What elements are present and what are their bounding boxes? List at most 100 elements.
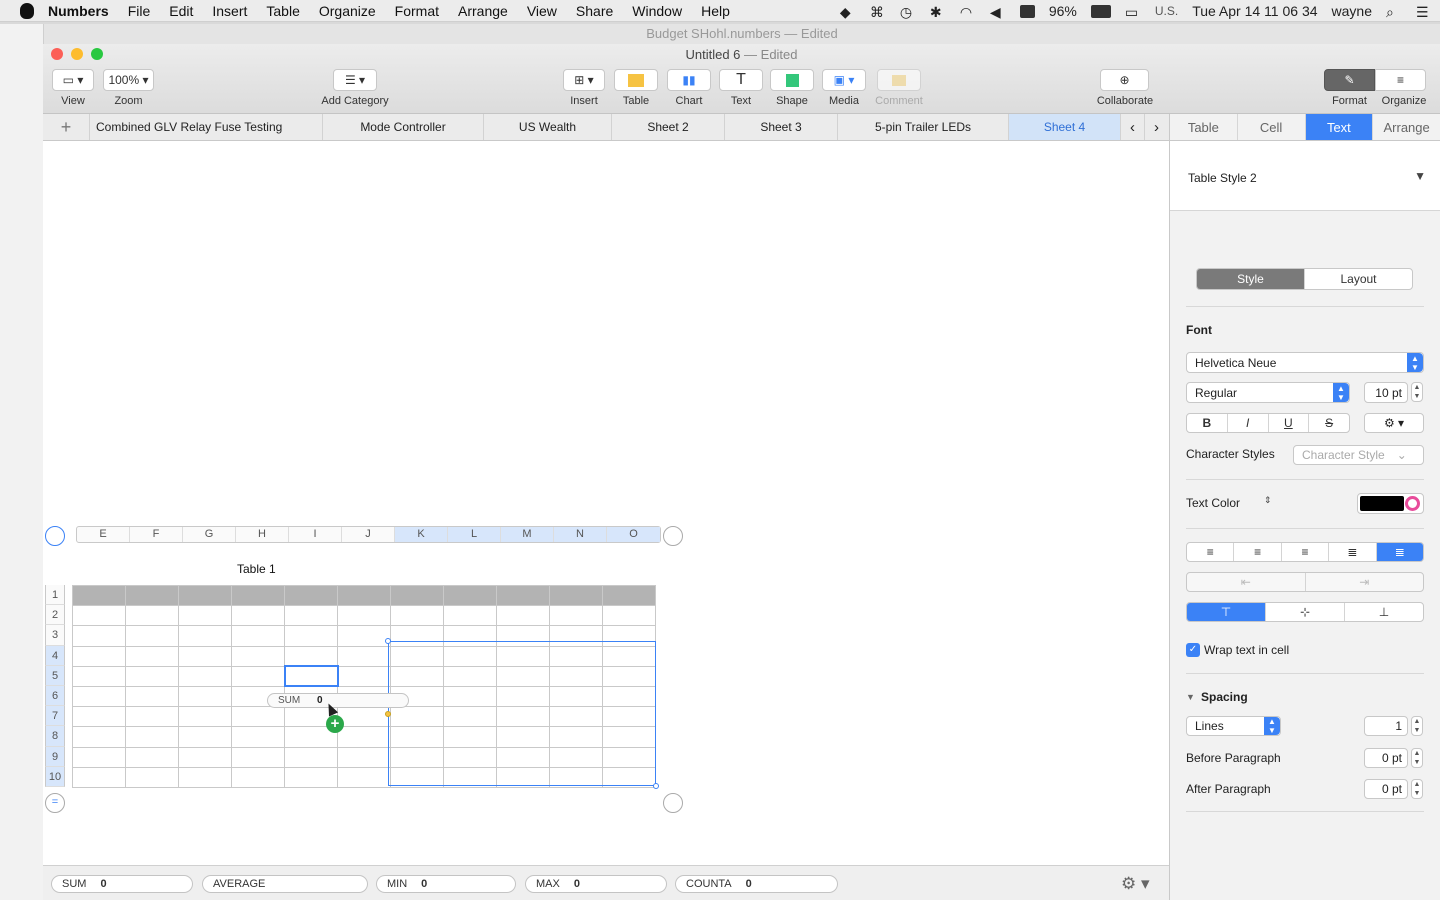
table-cell[interactable] [337, 726, 391, 748]
menu-table[interactable]: Table [266, 3, 299, 19]
sheet-tab-combined-glv[interactable]: Combined GLV Relay Fuse Testing [90, 114, 323, 140]
text-color-well[interactable] [1357, 493, 1424, 514]
table-cell[interactable] [390, 584, 444, 607]
sheet-tab-sheet-2[interactable]: Sheet 2 [612, 114, 725, 140]
table-cell[interactable] [72, 605, 126, 627]
table-cell[interactable] [72, 706, 126, 728]
table-cell[interactable] [337, 605, 391, 627]
character-style-select[interactable]: Character Style ⌄ [1293, 445, 1424, 465]
table-cell[interactable] [337, 584, 391, 607]
dropbox-icon[interactable]: ◆ [840, 4, 856, 20]
color-wheel-icon[interactable] [1405, 496, 1420, 511]
notification-center-icon[interactable]: ☰ [1416, 4, 1432, 20]
row-header[interactable]: 8 [45, 726, 65, 747]
table-cell[interactable] [178, 625, 232, 647]
cell-selection-range[interactable] [388, 641, 656, 786]
line-spacing-mode-select[interactable]: Lines ▲ ▼ [1186, 716, 1281, 736]
insert-button[interactable]: ⊞ ▾ [563, 69, 605, 91]
bold-button[interactable]: B [1187, 414, 1228, 432]
stat-average[interactable]: AVERAGE [202, 875, 368, 893]
apple-menu-icon[interactable] [20, 2, 34, 19]
align-auto-icon[interactable]: ≣ [1376, 543, 1423, 561]
increase-indent-icon[interactable]: ⇥ [1306, 573, 1424, 591]
sheet-canvas[interactable]: E F G H I J K L M N O Table 1 1 2 3 4 5 … [43, 141, 1169, 865]
menu-file[interactable]: File [128, 3, 151, 19]
row-header-bar[interactable]: 1 2 3 4 5 6 7 8 9 10 [45, 585, 65, 787]
font-size-stepper[interactable]: ▲ ▼ [1411, 382, 1423, 402]
style-tab[interactable]: Style [1197, 269, 1305, 289]
menu-format[interactable]: Format [395, 3, 439, 19]
bluetooth-icon[interactable]: ✱ [930, 4, 946, 20]
column-header[interactable]: O [607, 527, 660, 542]
table-cell[interactable] [231, 605, 285, 627]
table-cell[interactable] [125, 625, 179, 647]
table-cell[interactable] [178, 645, 232, 667]
paragraph-style-menu[interactable]: Table Style 2 ▼ [1170, 141, 1440, 211]
table-cell[interactable] [443, 584, 497, 607]
table-button[interactable] [614, 69, 658, 91]
align-middle-icon[interactable]: ⊹ [1266, 603, 1345, 621]
row-header[interactable]: 3 [45, 625, 65, 646]
table-cell[interactable] [125, 685, 179, 708]
row-header[interactable]: 1 [45, 585, 65, 606]
menu-window[interactable]: Window [632, 3, 682, 19]
spotlight-search-icon[interactable]: ⌕ [1386, 4, 1402, 20]
table-cell[interactable] [72, 625, 126, 647]
column-header[interactable]: E [77, 527, 130, 542]
menu-insert[interactable]: Insert [212, 3, 247, 19]
menu-app-name[interactable]: Numbers [48, 3, 109, 19]
line-spacing-stepper[interactable]: ▲ ▼ [1411, 716, 1423, 736]
clock[interactable]: Tue Apr 14 11 06 34 [1192, 3, 1317, 19]
menu-organize[interactable]: Organize [319, 3, 376, 19]
table-cell[interactable] [178, 665, 232, 687]
column-header[interactable]: I [289, 527, 342, 542]
table-cell[interactable] [337, 625, 391, 647]
table-cell[interactable] [549, 584, 603, 607]
table-cell[interactable] [72, 685, 126, 708]
table-cell[interactable] [178, 726, 232, 748]
table-cell[interactable] [549, 605, 603, 627]
spacing-section-label[interactable]: Spacing [1201, 690, 1248, 704]
sheet-tab-us-wealth[interactable]: US Wealth [484, 114, 612, 140]
table-cell[interactable] [72, 766, 126, 788]
table-cell[interactable] [178, 746, 232, 768]
table-cell[interactable] [125, 665, 179, 687]
align-top-icon[interactable]: ⊤ [1187, 603, 1266, 621]
menu-share[interactable]: Share [576, 3, 613, 19]
column-header[interactable]: F [130, 527, 183, 542]
table-cell[interactable] [231, 625, 285, 647]
align-left-icon[interactable]: ≡ [1187, 543, 1235, 561]
table-cell[interactable] [178, 605, 232, 627]
table-cell[interactable] [283, 665, 339, 688]
sheet-tab-5pin-trailer[interactable]: 5-pin Trailer LEDs [838, 114, 1009, 140]
table-cell[interactable] [284, 605, 338, 627]
column-header[interactable]: G [183, 527, 236, 542]
comment-button[interactable] [877, 69, 921, 91]
table-cell[interactable] [284, 746, 338, 768]
stat-counta[interactable]: COUNTA 0 [675, 875, 838, 893]
row-header[interactable]: 9 [45, 746, 65, 767]
menu-help[interactable]: Help [701, 3, 730, 19]
airplay-icon[interactable]: ▭ [1125, 4, 1141, 20]
select-table-handle[interactable] [45, 526, 65, 546]
table-cell[interactable] [231, 584, 285, 607]
table-cell[interactable] [125, 746, 179, 768]
stat-max[interactable]: MAX 0 [525, 875, 667, 893]
keyboard-icon[interactable] [1019, 4, 1035, 18]
sheet-tab-mode-controller[interactable]: Mode Controller [323, 114, 484, 140]
line-spacing-field[interactable]: 1 [1364, 716, 1408, 736]
add-category-button[interactable]: ☰ ▾ [333, 69, 377, 91]
table-cell[interactable] [72, 645, 126, 667]
table-cell[interactable] [231, 706, 285, 728]
row-header[interactable]: 10 [45, 766, 65, 787]
add-sheet-button[interactable]: + [43, 114, 90, 140]
selection-handle[interactable] [385, 711, 391, 717]
table-cell[interactable] [496, 584, 550, 607]
menu-arrange[interactable]: Arrange [458, 3, 508, 19]
battery-icon[interactable] [1090, 4, 1111, 18]
selection-handle[interactable] [653, 783, 659, 789]
table-cell[interactable] [72, 746, 126, 768]
table-cell[interactable] [125, 706, 179, 728]
volume-icon[interactable]: ◀ [990, 4, 1006, 20]
row-header[interactable]: 7 [45, 706, 65, 727]
